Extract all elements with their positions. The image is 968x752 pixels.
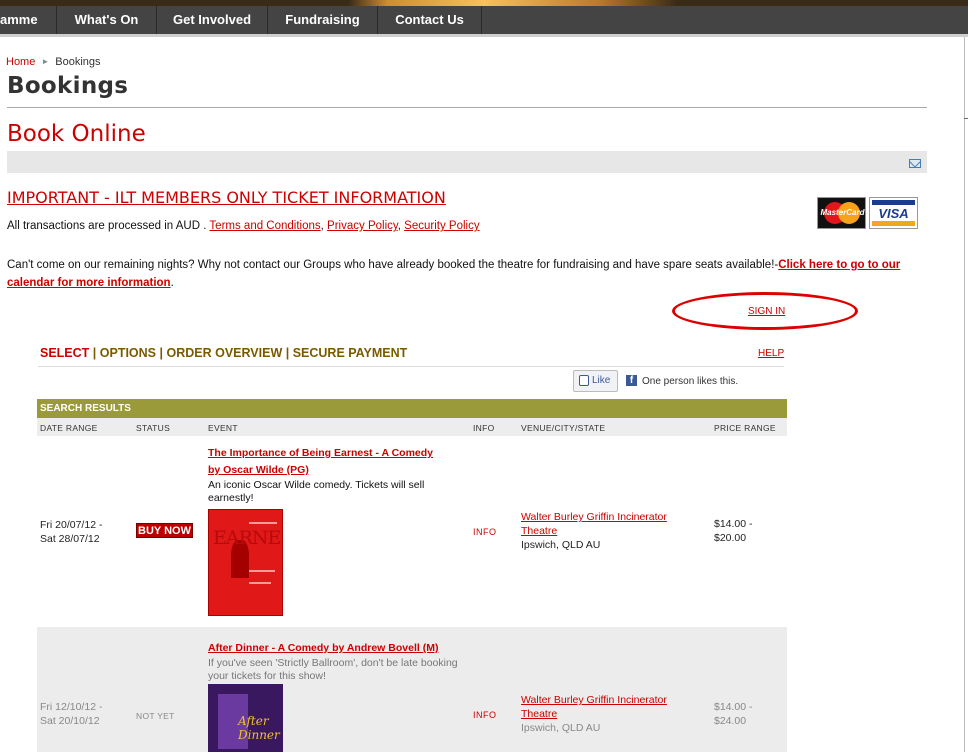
nav-item-whats-on[interactable]: What's On — [57, 6, 157, 34]
transactions-text: All transactions are processed in AUD . — [7, 220, 210, 232]
venue-link[interactable]: Walter Burley Griffin Incinerator Theatre — [521, 694, 667, 720]
fundraising-note: Can't come on our remaining nights? Why … — [7, 259, 901, 289]
venue-details: Walter Burley Griffin Incinerator Theatre… — [521, 693, 691, 735]
col-date-range: DATE RANGE — [40, 423, 98, 433]
nav-item-fundraising[interactable]: Fundraising — [268, 6, 378, 34]
breadcrumb-arrow-icon: ► — [41, 57, 50, 66]
venue-city: Ipswich, QLD AU — [521, 539, 601, 551]
event-description: An iconic Oscar Wilde comedy. Tickets wi… — [208, 479, 425, 504]
breadcrumb-current: Bookings — [55, 56, 101, 68]
email-icon[interactable] — [909, 159, 921, 168]
content-border-tick — [964, 118, 968, 119]
payment-cards: MasterCard VISA — [817, 197, 918, 229]
thumbs-up-icon — [579, 375, 589, 386]
price-range: $14.00 - $24.00 — [714, 701, 753, 727]
info-link[interactable]: INFO — [473, 708, 497, 722]
terms-link[interactable]: Terms and Conditions — [209, 220, 320, 232]
content-border — [964, 37, 965, 752]
breadcrumb-home[interactable]: Home — [6, 56, 35, 68]
nav-item-get-involved[interactable]: Get Involved — [157, 6, 268, 34]
booking-steps: SELECT | OPTIONS | ORDER OVERVIEW | SECU… — [40, 346, 408, 360]
like-count-text: One person likes this. — [642, 376, 739, 387]
transactions-note: All transactions are processed in AUD . … — [7, 220, 480, 232]
date-range: Fri 20/07/12 - Sat 28/07/12 — [40, 519, 103, 545]
table-row: Fri 20/07/12 - Sat 28/07/12 BUY NOW The … — [37, 436, 787, 626]
info-link[interactable]: INFO — [473, 525, 497, 539]
fundraising-note-text: Can't come on our remaining nights? Why … — [7, 259, 779, 271]
book-online-heading: Book Online — [7, 121, 146, 147]
step-options: OPTIONS — [99, 346, 157, 360]
col-status: STATUS — [136, 423, 171, 433]
venue-city: Ipswich, QLD AU — [521, 722, 601, 734]
status-badge: NOT YET — [136, 711, 175, 721]
venue-link[interactable]: Walter Burley Griffin Incinerator Theatre — [521, 511, 667, 537]
event-poster-image[interactable]: After Dinner — [208, 684, 283, 752]
date-range: Fri 12/10/12 - Sat 20/10/12 — [40, 701, 103, 727]
nav-divider — [0, 34, 968, 37]
step-select: SELECT — [40, 346, 90, 360]
title-divider — [7, 107, 927, 108]
price-range: $14.00 - $20.00 — [714, 518, 753, 544]
important-info-link[interactable]: IMPORTANT - ILT MEMBERS ONLY TICKET INFO… — [7, 188, 446, 207]
event-details: The Importance of Being Earnest - A Come… — [208, 445, 468, 505]
col-info: INFO — [473, 423, 495, 433]
sign-in-link[interactable]: SIGN IN — [748, 306, 785, 317]
steps-divider — [38, 366, 784, 367]
event-details: After Dinner - A Comedy by Andrew Bovell… — [208, 640, 473, 683]
results-column-headers: DATE RANGE STATUS EVENT INFO VENUE/CITY/… — [37, 418, 787, 436]
visa-logo: VISA — [869, 197, 918, 229]
privacy-link[interactable]: Privacy Policy — [327, 220, 398, 232]
facebook-like-button[interactable]: Like — [573, 370, 618, 392]
step-order-overview: ORDER OVERVIEW — [166, 346, 283, 360]
event-title-link[interactable]: After Dinner - A Comedy by Andrew Bovell… — [208, 642, 438, 654]
facebook-icon: f — [626, 375, 637, 386]
col-event: EVENT — [208, 423, 238, 433]
event-poster-image[interactable]: EARNEST — [208, 509, 283, 616]
col-venue: VENUE/CITY/STATE — [521, 423, 606, 433]
event-title-link[interactable]: The Importance of Being Earnest - A Come… — [208, 447, 433, 476]
venue-details: Walter Burley Griffin Incinerator Theatre… — [521, 510, 691, 552]
page-title: Bookings — [7, 73, 129, 99]
security-link[interactable]: Security Policy — [404, 220, 479, 232]
help-link[interactable]: HELP — [758, 348, 784, 359]
step-secure-payment: SECURE PAYMENT — [292, 346, 408, 360]
buy-now-button[interactable]: BUY NOW — [136, 523, 193, 538]
nav-item-contact-us[interactable]: Contact Us — [378, 6, 482, 34]
nav-item-programme[interactable]: amme — [0, 6, 57, 34]
search-results-header: SEARCH RESULTS — [37, 399, 787, 418]
main-nav: amme What's On Get Involved Fundraising … — [0, 6, 968, 34]
mastercard-logo: MasterCard — [817, 197, 866, 229]
toolbar-bar — [7, 151, 927, 173]
event-description: If you've seen 'Strictly Ballroom', don'… — [208, 657, 458, 682]
col-price-range: PRICE RANGE — [714, 423, 776, 433]
table-row: Fri 12/10/12 - Sat 20/10/12 NOT YET Afte… — [37, 627, 787, 752]
breadcrumb: Home ► Bookings — [6, 56, 101, 68]
